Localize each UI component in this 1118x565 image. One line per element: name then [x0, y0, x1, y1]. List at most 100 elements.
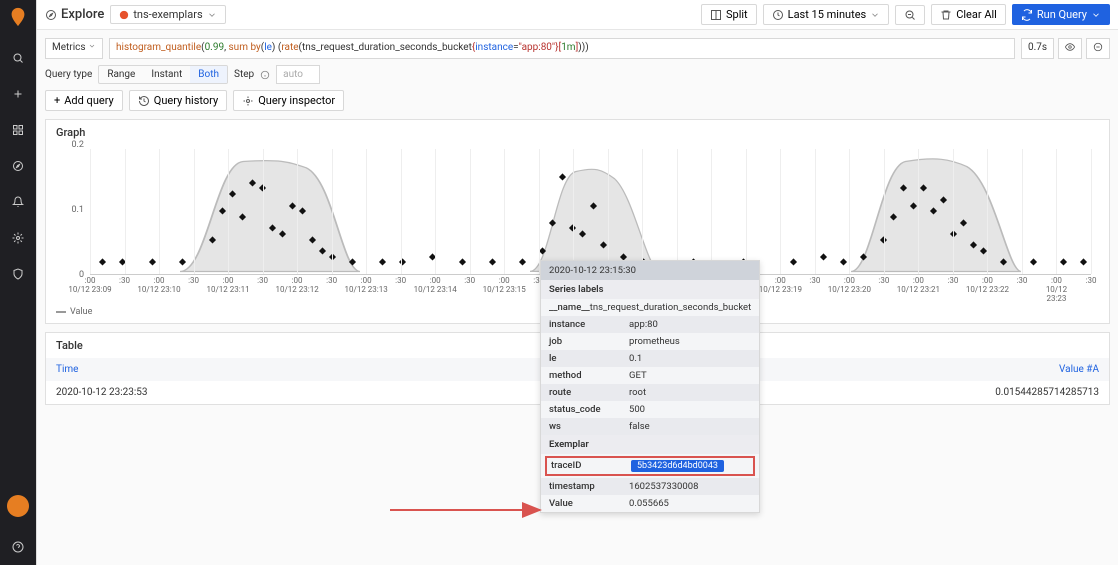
exemplar-point[interactable]: [980, 247, 987, 254]
exemplar-point[interactable]: [840, 259, 847, 266]
exemplar-point[interactable]: [379, 259, 386, 266]
chevron-down-icon: [88, 42, 96, 50]
explore-icon[interactable]: [8, 156, 28, 176]
exemplar-point[interactable]: [940, 196, 947, 203]
exemplar-point[interactable]: [229, 191, 236, 198]
exemplar-point[interactable]: [1080, 259, 1087, 266]
exemplar-point[interactable]: [329, 253, 336, 260]
query-input[interactable]: histogram_quantile(0.99, sum by(le) (rat…: [109, 38, 1015, 59]
exemplar-point[interactable]: [900, 185, 907, 192]
compass-icon: [45, 9, 57, 21]
exemplar-point[interactable]: [249, 179, 256, 186]
exemplar-point[interactable]: [519, 259, 526, 266]
exemplar-point[interactable]: [1000, 259, 1007, 266]
tooltip-series-header: Series labels: [541, 280, 759, 299]
tooltip-exemplar-row[interactable]: traceID5b3423d6d4bd0043: [545, 456, 755, 476]
exemplar-point[interactable]: [179, 259, 186, 266]
exemplar-point[interactable]: [219, 208, 226, 215]
exemplar-point[interactable]: [559, 174, 566, 181]
search-icon[interactable]: [8, 48, 28, 68]
exemplar-point[interactable]: [489, 259, 496, 266]
shield-icon[interactable]: [8, 264, 28, 284]
tooltip-label-row: instanceapp:80: [541, 316, 759, 333]
exemplar-point[interactable]: [960, 219, 967, 226]
query-duration: 0.7s: [1021, 38, 1054, 59]
table-col-value[interactable]: Value #A: [929, 364, 1099, 375]
query-type-segment[interactable]: RangeInstantBoth: [98, 65, 228, 84]
tooltip-label-row: methodGET: [541, 367, 759, 384]
query-type-label: Query type: [45, 69, 92, 80]
exemplar-point[interactable]: [920, 185, 927, 192]
remove-query-button[interactable]: [1086, 38, 1110, 59]
exemplar-point[interactable]: [930, 208, 937, 215]
split-button[interactable]: Split: [701, 4, 757, 25]
tooltip-label-row: __name__tns_request_duration_seconds_buc…: [541, 299, 759, 316]
trace-id-link[interactable]: 5b3423d6d4bd0043: [631, 460, 724, 472]
help-icon[interactable]: [8, 537, 28, 557]
toggle-visibility-button[interactable]: [1058, 38, 1082, 59]
step-input[interactable]: auto: [276, 65, 320, 84]
exemplar-point[interactable]: [269, 225, 276, 232]
exemplar-point[interactable]: [910, 202, 917, 209]
info-icon: [260, 70, 270, 80]
step-label: Step: [234, 69, 254, 80]
exemplar-point[interactable]: [459, 259, 466, 266]
query-history-button[interactable]: Query history: [129, 90, 227, 111]
run-query-button[interactable]: Run Query: [1012, 4, 1110, 25]
exemplar-point[interactable]: [539, 247, 546, 254]
time-range-picker[interactable]: Last 15 minutes: [763, 4, 890, 25]
exemplar-point[interactable]: [349, 259, 356, 266]
exemplar-point[interactable]: [970, 242, 977, 249]
query-type-instant[interactable]: Instant: [143, 66, 190, 83]
exemplar-point[interactable]: [1030, 259, 1037, 266]
tooltip-label-row: routeroot: [541, 384, 759, 401]
exemplar-point[interactable]: [860, 253, 867, 260]
exemplar-point[interactable]: [890, 213, 897, 220]
exemplar-point[interactable]: [299, 208, 306, 215]
exemplar-point[interactable]: [549, 219, 556, 226]
exemplar-point[interactable]: [289, 202, 296, 209]
trash-icon: [940, 9, 952, 21]
exemplar-tooltip: 2020-10-12 23:15:30 Series labels __name…: [540, 260, 760, 513]
query-inspector-button[interactable]: Query inspector: [233, 90, 344, 111]
exemplar-point[interactable]: [820, 253, 827, 260]
exemplar-point[interactable]: [579, 230, 586, 237]
minus-icon: [1093, 42, 1103, 52]
exemplar-point[interactable]: [790, 259, 797, 266]
plus-icon[interactable]: [8, 84, 28, 104]
zoom-out-button[interactable]: [895, 5, 925, 25]
exemplar-point[interactable]: [589, 202, 596, 209]
exemplar-point[interactable]: [279, 230, 286, 237]
query-type-both[interactable]: Both: [190, 66, 227, 83]
tooltip-exemplar-row: timestamp1602537330008: [541, 478, 759, 495]
exemplar-point[interactable]: [149, 259, 156, 266]
clear-all-button[interactable]: Clear All: [931, 4, 1006, 25]
alerts-icon[interactable]: [8, 192, 28, 212]
tooltip-label-row: wsfalse: [541, 418, 759, 435]
exemplar-point[interactable]: [209, 236, 216, 243]
exemplar-point[interactable]: [1060, 259, 1067, 266]
history-icon: [138, 95, 150, 107]
metrics-dropdown[interactable]: Metrics: [45, 38, 103, 59]
split-icon: [710, 9, 722, 21]
tooltip-timestamp: 2020-10-12 23:15:30: [541, 261, 759, 280]
query-type-range[interactable]: Range: [99, 66, 143, 83]
dashboards-icon[interactable]: [8, 120, 28, 140]
tooltip-exemplar-row: Value0.055665: [541, 495, 759, 512]
y-axis: 0.20.10: [52, 145, 86, 275]
exemplar-point[interactable]: [309, 236, 316, 243]
add-query-button[interactable]: + Add query: [45, 90, 123, 111]
datasource-picker[interactable]: tns-exemplars: [110, 5, 225, 24]
inspector-icon: [242, 95, 254, 107]
page-title: Explore: [45, 7, 104, 22]
exemplar-point[interactable]: [99, 259, 106, 266]
tooltip-label-row: status_code500: [541, 401, 759, 418]
exemplar-point[interactable]: [239, 213, 246, 220]
graph-panel-title: Graph: [46, 120, 1109, 145]
exemplar-point[interactable]: [319, 247, 326, 254]
exemplar-point[interactable]: [599, 242, 606, 249]
settings-icon[interactable]: [8, 228, 28, 248]
user-avatar[interactable]: [7, 495, 29, 517]
refresh-icon: [1021, 9, 1033, 21]
table-col-time[interactable]: Time: [56, 364, 929, 375]
